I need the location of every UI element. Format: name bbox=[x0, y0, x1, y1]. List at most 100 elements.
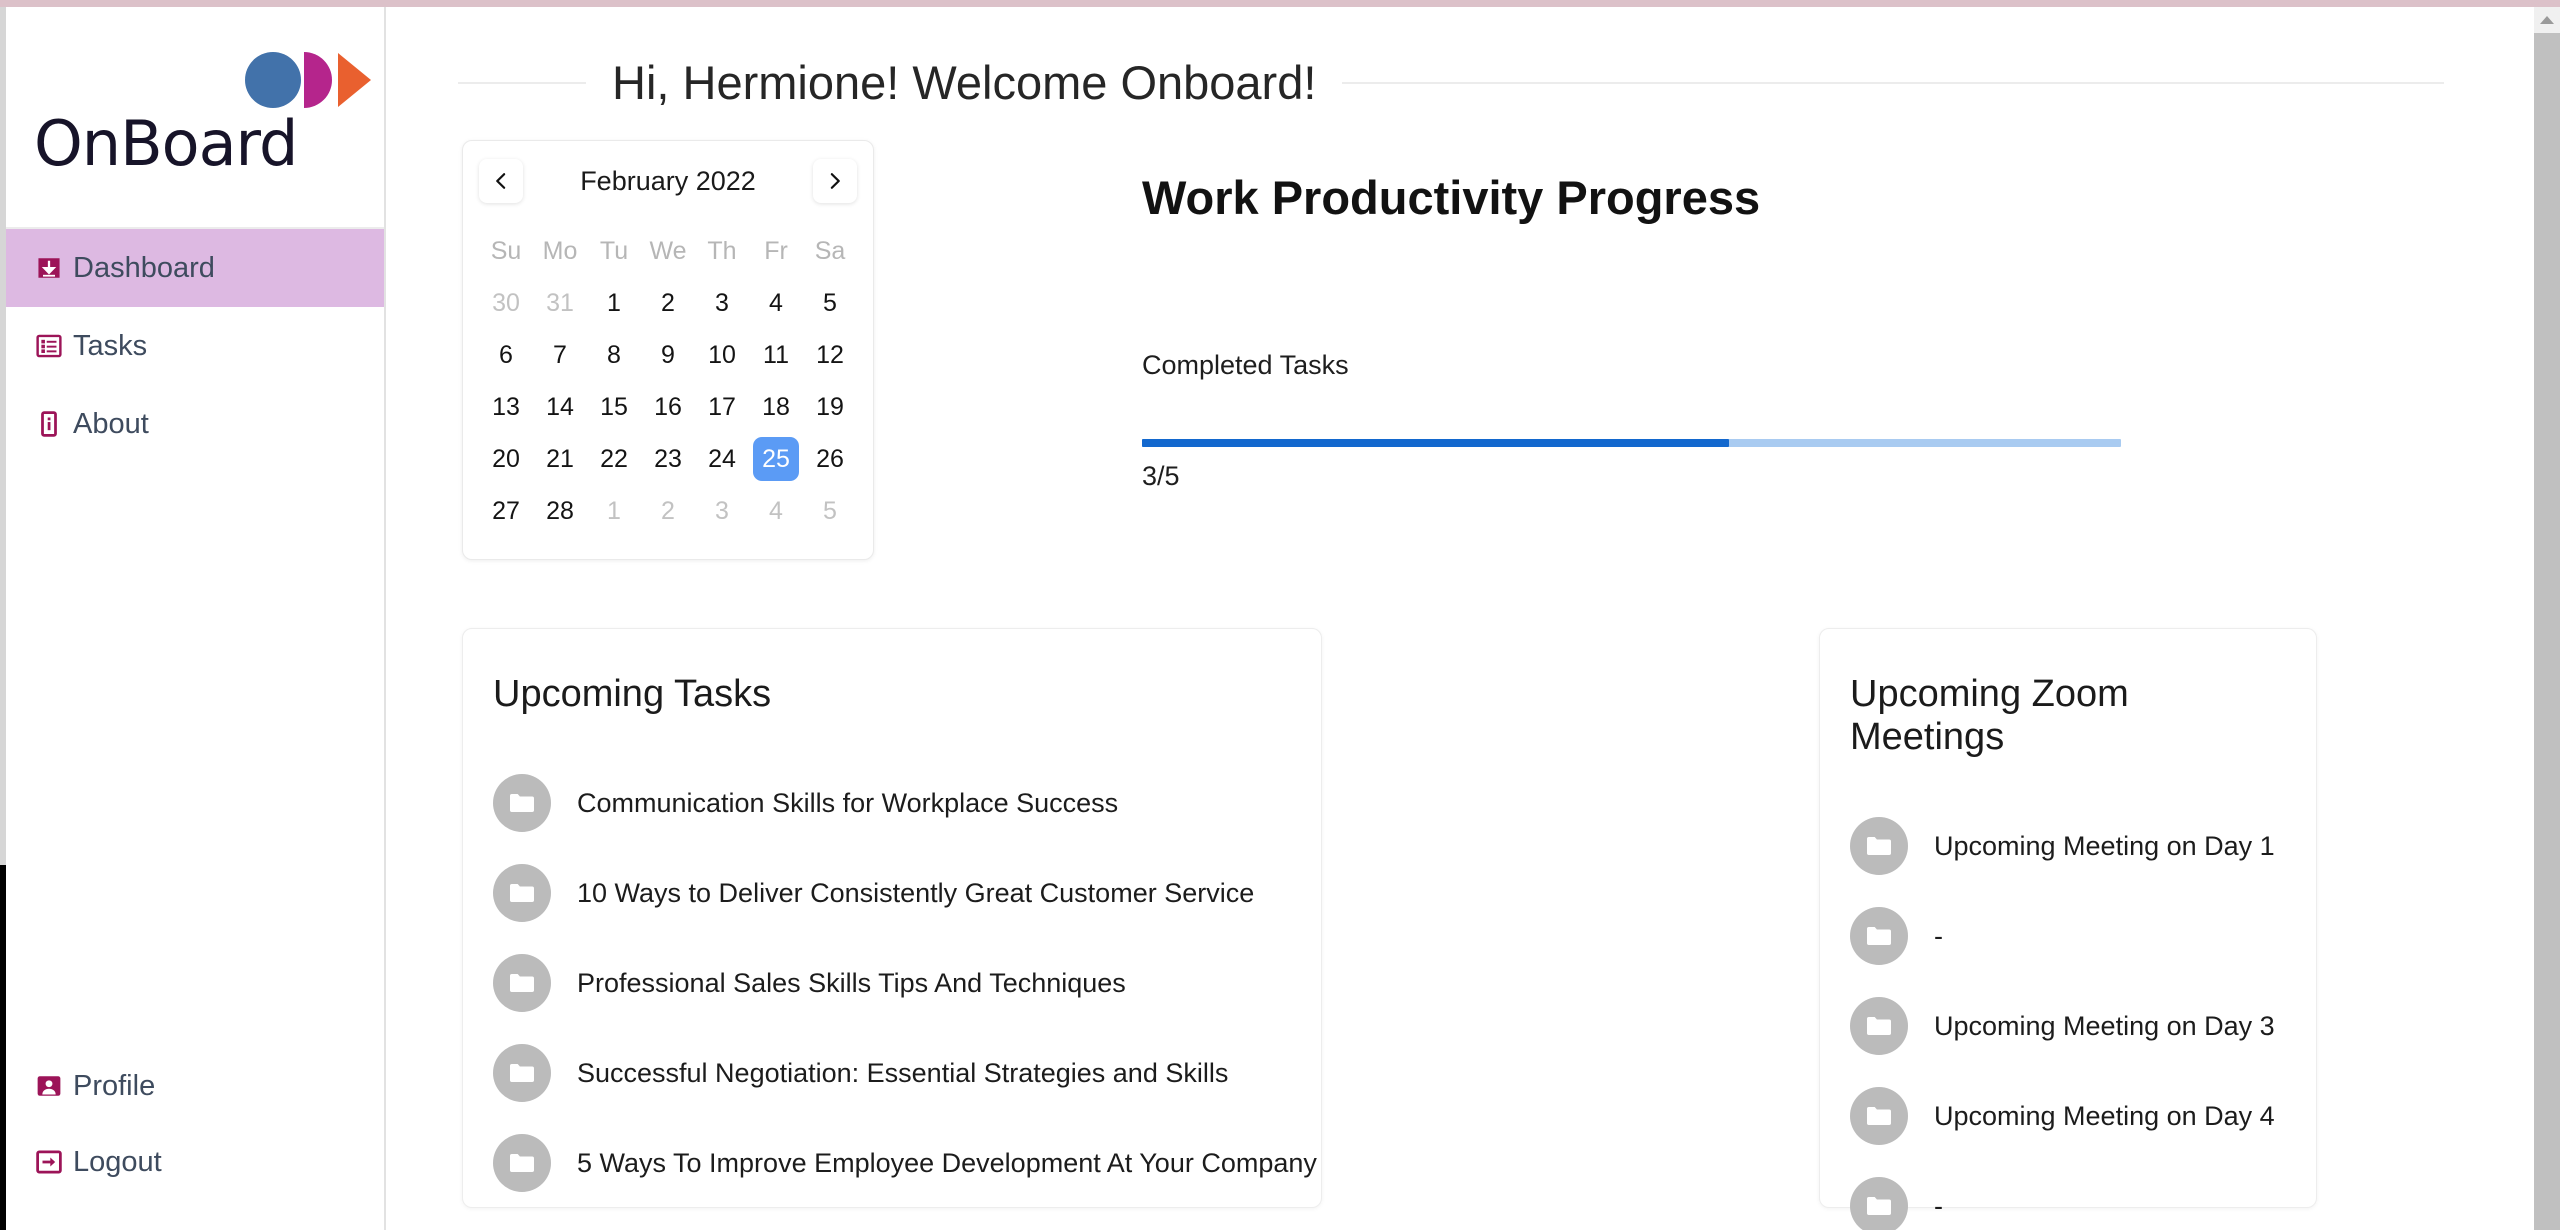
calendar-day[interactable]: 9 bbox=[641, 329, 695, 381]
upcoming-zoom-meetings-card: Upcoming Zoom Meetings Upcoming Meeting … bbox=[1819, 628, 2317, 1230]
calendar-weekday: Tu bbox=[599, 237, 629, 265]
list-item-label: - bbox=[1934, 920, 1943, 951]
calendar-day-label: 30 bbox=[492, 288, 520, 317]
calendar-day[interactable]: 3 bbox=[695, 485, 749, 537]
list-item[interactable]: Upcoming Meeting on Day 1 bbox=[1850, 801, 2286, 891]
avatar bbox=[493, 1044, 551, 1102]
calendar-day[interactable]: 5 bbox=[803, 485, 857, 537]
calendar-day[interactable]: 27 bbox=[479, 485, 533, 537]
page-header: Hi, Hermione! Welcome Onboard! bbox=[458, 55, 2444, 110]
calendar-day[interactable]: 21 bbox=[533, 433, 587, 485]
calendar-day[interactable]: 30 bbox=[479, 277, 533, 329]
progress-label: Completed Tasks bbox=[1142, 350, 1349, 380]
calendar-day-label: 27 bbox=[492, 496, 520, 525]
calendar-day[interactable]: 20 bbox=[479, 433, 533, 485]
list-item-label: Upcoming Meeting on Day 4 bbox=[1934, 1100, 2275, 1131]
calendar-day-label: 25 bbox=[753, 437, 799, 481]
list-item[interactable]: 10 Ways to Deliver Consistently Great Cu… bbox=[493, 848, 1291, 938]
calendar-day[interactable]: 1 bbox=[587, 485, 641, 537]
calendar-weekday: Th bbox=[707, 237, 737, 265]
vertical-scrollbar[interactable] bbox=[2534, 7, 2560, 1230]
calendar-day[interactable]: 23 bbox=[641, 433, 695, 485]
scroll-up-button[interactable] bbox=[2534, 7, 2560, 33]
calendar-day[interactable]: 8 bbox=[587, 329, 641, 381]
calendar-day[interactable]: 3 bbox=[695, 277, 749, 329]
calendar-day-label: 5 bbox=[823, 496, 837, 525]
list-item-label: Upcoming Meeting on Day 3 bbox=[1934, 1010, 2275, 1041]
calendar-day-label: 10 bbox=[708, 340, 736, 369]
calendar-day[interactable]: 28 bbox=[533, 485, 587, 537]
avatar bbox=[493, 1134, 551, 1192]
sidebar-item-tasks[interactable]: Tasks bbox=[6, 307, 384, 385]
sidebar-item-dashboard[interactable]: Dashboard bbox=[6, 229, 384, 307]
dashboard-row-bottom: Upcoming Tasks Communication Skills for … bbox=[388, 628, 2534, 1230]
calendar-day[interactable]: 13 bbox=[479, 381, 533, 433]
calendar-day-selected[interactable]: 25 bbox=[749, 433, 803, 485]
calendar-day[interactable]: 7 bbox=[533, 329, 587, 381]
calendar-day[interactable]: 19 bbox=[803, 381, 857, 433]
calendar-day[interactable]: 12 bbox=[803, 329, 857, 381]
calendar-day[interactable]: 4 bbox=[749, 277, 803, 329]
calendar-day-label: 7 bbox=[553, 340, 567, 369]
list-item[interactable]: 5 Ways To Improve Employee Development A… bbox=[493, 1118, 1317, 1208]
calendar-day[interactable]: 10 bbox=[695, 329, 749, 381]
brand-logo[interactable]: OnBoard bbox=[6, 7, 384, 229]
calendar-next-button[interactable] bbox=[812, 159, 857, 203]
calendar-day[interactable]: 15 bbox=[587, 381, 641, 433]
avatar bbox=[1850, 817, 1908, 875]
upcoming-zoom-meetings-list: Upcoming Meeting on Day 1 - Upcoming Meeti… bbox=[1850, 801, 2286, 1230]
sidebar-item-about[interactable]: About bbox=[6, 385, 384, 463]
calendar-day-label: 4 bbox=[769, 496, 783, 525]
calendar-day[interactable]: 5 bbox=[803, 277, 857, 329]
list-item[interactable]: Communication Skills for Workplace Succe… bbox=[493, 758, 1291, 848]
list-item-label: Upcoming Meeting on Day 1 bbox=[1934, 830, 2275, 861]
calendar-day-label: 14 bbox=[546, 392, 574, 421]
calendar-day[interactable]: 1 bbox=[587, 277, 641, 329]
calendar-day[interactable]: 4 bbox=[749, 485, 803, 537]
calendar-day-label: 9 bbox=[661, 340, 675, 369]
vertical-scrollbar-thumb[interactable] bbox=[2534, 33, 2560, 1230]
list-item[interactable]: Successful Negotiation: Essential Strate… bbox=[493, 1028, 1291, 1118]
brand-wordmark: OnBoard bbox=[34, 107, 298, 180]
sidebar-item-label: Tasks bbox=[73, 329, 148, 362]
calendar-day[interactable]: 11 bbox=[749, 329, 803, 381]
avatar bbox=[493, 774, 551, 832]
sidebar-item-logout[interactable]: Logout bbox=[6, 1124, 384, 1200]
calendar-day-label: 2 bbox=[661, 496, 675, 525]
avatar bbox=[1850, 907, 1908, 965]
progress-bar bbox=[1142, 439, 2121, 447]
calendar-widget: February 2022 Su Mo Tu We Th Fr Sa 30 31 1 2 3 4 5 6 7 8… bbox=[462, 140, 874, 560]
list-item[interactable]: Upcoming Meeting on Day 4 bbox=[1850, 1071, 2286, 1161]
calendar-day[interactable]: 26 bbox=[803, 433, 857, 485]
folder-icon bbox=[1867, 927, 1891, 945]
calendar-day[interactable]: 22 bbox=[587, 433, 641, 485]
calendar-day[interactable]: 31 bbox=[533, 277, 587, 329]
calendar-prev-button[interactable] bbox=[479, 159, 523, 203]
calendar-day[interactable]: 16 bbox=[641, 381, 695, 433]
sidebar-item-label: Profile bbox=[73, 1069, 156, 1102]
calendar-day[interactable]: 6 bbox=[479, 329, 533, 381]
caret-up-icon bbox=[2540, 16, 2554, 24]
sidebar-item-profile[interactable]: Profile bbox=[6, 1048, 384, 1124]
folder-icon bbox=[510, 974, 534, 992]
calendar-day[interactable]: 2 bbox=[641, 485, 695, 537]
calendar-day[interactable]: 24 bbox=[695, 433, 749, 485]
main-content: Hi, Hermione! Welcome Onboard! February … bbox=[388, 7, 2534, 1230]
list-item[interactable]: - bbox=[1850, 1161, 2286, 1230]
folder-icon bbox=[1867, 837, 1891, 855]
calendar-day[interactable]: 17 bbox=[695, 381, 749, 433]
calendar-weekday: Sa bbox=[814, 237, 846, 265]
sidebar-item-label: Logout bbox=[73, 1145, 162, 1178]
box-arrow-right-icon bbox=[36, 1150, 62, 1174]
list-item[interactable]: Upcoming Meeting on Day 3 bbox=[1850, 981, 2286, 1071]
calendar-grid: Su Mo Tu We Th Fr Sa 30 31 1 2 3 4 5 6 7 8 9 10 11 12 13 14 15 1… bbox=[479, 225, 857, 537]
folder-icon bbox=[510, 794, 534, 812]
work-productivity-progress: Work Productivity Progress Completed Tas… bbox=[1142, 140, 2534, 492]
list-item[interactable]: Professional Sales Skills Tips And Techn… bbox=[493, 938, 1291, 1028]
calendar-day-label: 28 bbox=[546, 496, 574, 525]
list-item[interactable]: - bbox=[1850, 891, 2286, 981]
calendar-day[interactable]: 14 bbox=[533, 381, 587, 433]
calendar-day[interactable]: 2 bbox=[641, 277, 695, 329]
app-window: OnBoard Dashboard Tasks About Profile Lo… bbox=[0, 0, 2560, 1230]
calendar-day[interactable]: 18 bbox=[749, 381, 803, 433]
